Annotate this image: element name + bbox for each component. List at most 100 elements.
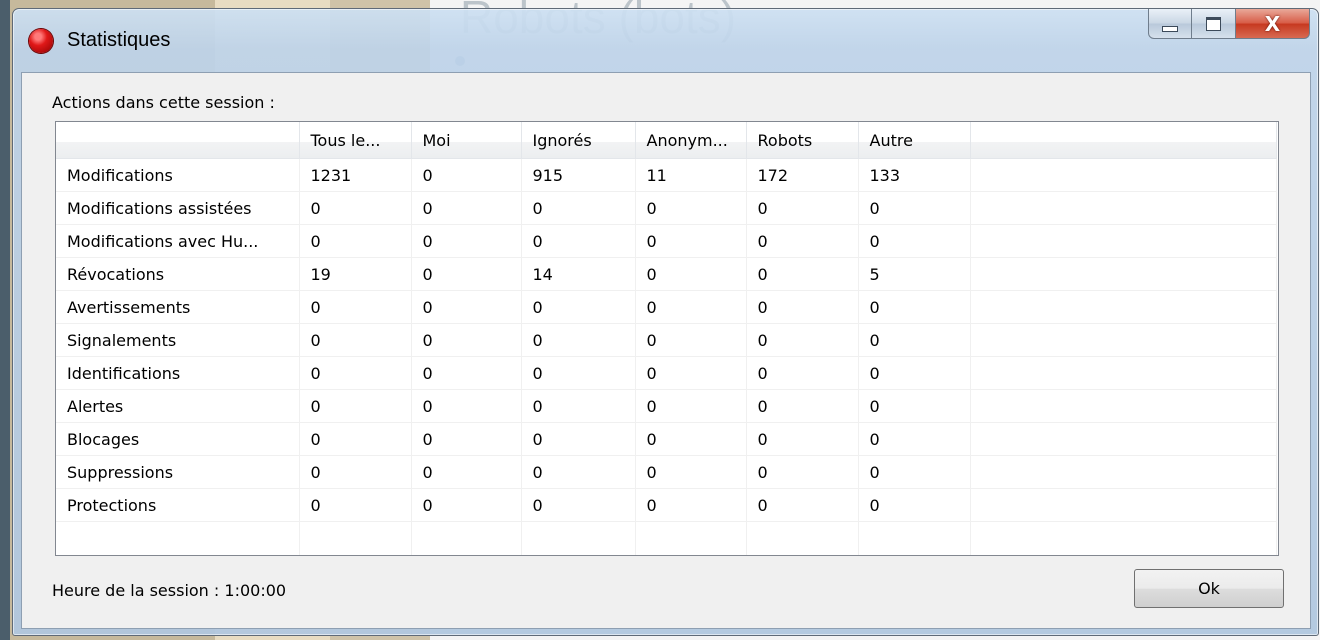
column-header-other[interactable]: Autre — [858, 122, 971, 159]
cell-all: 19 — [299, 257, 412, 291]
filler-cell — [970, 290, 1277, 324]
row-label: Alertes — [56, 389, 300, 423]
close-button[interactable]: X — [1236, 9, 1310, 39]
cell-ignored: 14 — [521, 257, 636, 291]
cell-me: 0 — [411, 488, 522, 522]
cell-robots: 0 — [746, 257, 859, 291]
cell-all: 0 — [299, 323, 412, 357]
table-row[interactable]: Protections 0 0 0 0 0 0 — [56, 488, 1277, 522]
empty-cell — [858, 521, 971, 555]
table-row[interactable]: Blocages 0 0 0 0 0 0 — [56, 422, 1277, 456]
cell-anonymous: 0 — [635, 257, 747, 291]
cell-ignored: 0 — [521, 488, 636, 522]
ok-button[interactable]: Ok — [1134, 569, 1284, 608]
empty-cell — [970, 521, 1277, 555]
cell-robots: 0 — [746, 224, 859, 258]
column-header-me[interactable]: Moi — [411, 122, 522, 159]
cell-anonymous: 11 — [635, 158, 747, 192]
table-row[interactable]: Suppressions 0 0 0 0 0 0 — [56, 455, 1277, 489]
cell-me: 0 — [411, 389, 522, 423]
column-header-label[interactable] — [56, 122, 300, 159]
cell-ignored: 0 — [521, 191, 636, 225]
column-header-robots[interactable]: Robots — [746, 122, 859, 159]
cell-me: 0 — [411, 455, 522, 489]
cell-ignored: 915 — [521, 158, 636, 192]
row-label: Signalements — [56, 323, 300, 357]
red-circle-icon — [29, 29, 53, 53]
column-header-anonymous[interactable]: Anonym... — [635, 122, 747, 159]
empty-cell — [299, 521, 412, 555]
table-row[interactable]: Modifications avec Hu... 0 0 0 0 0 0 — [56, 224, 1277, 258]
empty-cell — [635, 521, 747, 555]
minimize-button[interactable] — [1148, 9, 1192, 39]
cell-anonymous: 0 — [635, 323, 747, 357]
empty-cell — [521, 521, 636, 555]
empty-cell — [411, 521, 522, 555]
column-header-ignored[interactable]: Ignorés — [521, 122, 636, 159]
table-row[interactable]: Identifications 0 0 0 0 0 0 — [56, 356, 1277, 390]
maximize-button[interactable] — [1192, 9, 1236, 39]
cell-other: 0 — [858, 356, 971, 390]
title-bar[interactable]: Statistiques X — [13, 9, 1318, 71]
window-title: Statistiques — [67, 29, 171, 51]
cell-me: 0 — [411, 422, 522, 456]
filler-cell — [970, 389, 1277, 423]
filler-cell — [970, 191, 1277, 225]
cell-all: 0 — [299, 191, 412, 225]
cell-robots: 0 — [746, 356, 859, 390]
cell-robots: 0 — [746, 488, 859, 522]
row-label: Modifications avec Hu... — [56, 224, 300, 258]
caption-buttons: X — [1148, 9, 1310, 39]
cell-all: 0 — [299, 224, 412, 258]
cell-ignored: 0 — [521, 224, 636, 258]
cell-anonymous: 0 — [635, 224, 747, 258]
cell-other: 0 — [858, 422, 971, 456]
table-row[interactable]: Modifications assistées 0 0 0 0 0 0 — [56, 191, 1277, 225]
statistics-table: Tous le... Moi Ignorés Anonym... Robots … — [56, 122, 1277, 555]
table-row[interactable]: Signalements 0 0 0 0 0 0 — [56, 323, 1277, 357]
row-label: Révocations — [56, 257, 300, 291]
filler-cell — [970, 488, 1277, 522]
cell-anonymous: 0 — [635, 488, 747, 522]
row-label: Suppressions — [56, 455, 300, 489]
filler-cell — [970, 455, 1277, 489]
cell-ignored: 0 — [521, 290, 636, 324]
table-row[interactable]: Alertes 0 0 0 0 0 0 — [56, 389, 1277, 423]
header-row: Tous le... Moi Ignorés Anonym... Robots … — [56, 122, 1277, 159]
section-label: Actions dans cette session : — [52, 93, 275, 112]
empty-row — [56, 521, 1277, 555]
minimize-icon — [1162, 25, 1178, 32]
row-label: Blocages — [56, 422, 300, 456]
cell-robots: 0 — [746, 422, 859, 456]
column-header-all[interactable]: Tous le... — [299, 122, 412, 159]
cell-all: 0 — [299, 488, 412, 522]
cell-ignored: 0 — [521, 323, 636, 357]
cell-ignored: 0 — [521, 455, 636, 489]
cell-me: 0 — [411, 257, 522, 291]
cell-all: 0 — [299, 356, 412, 390]
cell-ignored: 0 — [521, 356, 636, 390]
cell-me: 0 — [411, 323, 522, 357]
empty-cell — [56, 521, 300, 555]
cell-me: 0 — [411, 158, 522, 192]
background-sidebar — [0, 0, 10, 640]
cell-robots: 0 — [746, 191, 859, 225]
table-row[interactable]: Modifications 1231 0 915 11 172 133 — [56, 158, 1277, 192]
cell-robots: 0 — [746, 455, 859, 489]
cell-ignored: 0 — [521, 422, 636, 456]
cell-anonymous: 0 — [635, 191, 747, 225]
cell-anonymous: 0 — [635, 356, 747, 390]
cell-other: 0 — [858, 290, 971, 324]
table-row[interactable]: Avertissements 0 0 0 0 0 0 — [56, 290, 1277, 324]
row-label: Modifications — [56, 158, 300, 192]
cell-robots: 172 — [746, 158, 859, 192]
filler-cell — [970, 224, 1277, 258]
cell-anonymous: 0 — [635, 290, 747, 324]
statistics-list[interactable]: Tous le... Moi Ignorés Anonym... Robots … — [55, 121, 1279, 556]
cell-robots: 0 — [746, 389, 859, 423]
table-row[interactable]: Révocations 19 0 14 0 0 5 — [56, 257, 1277, 291]
cell-all: 0 — [299, 290, 412, 324]
empty-cell — [746, 521, 859, 555]
cell-me: 0 — [411, 191, 522, 225]
cell-other: 0 — [858, 389, 971, 423]
